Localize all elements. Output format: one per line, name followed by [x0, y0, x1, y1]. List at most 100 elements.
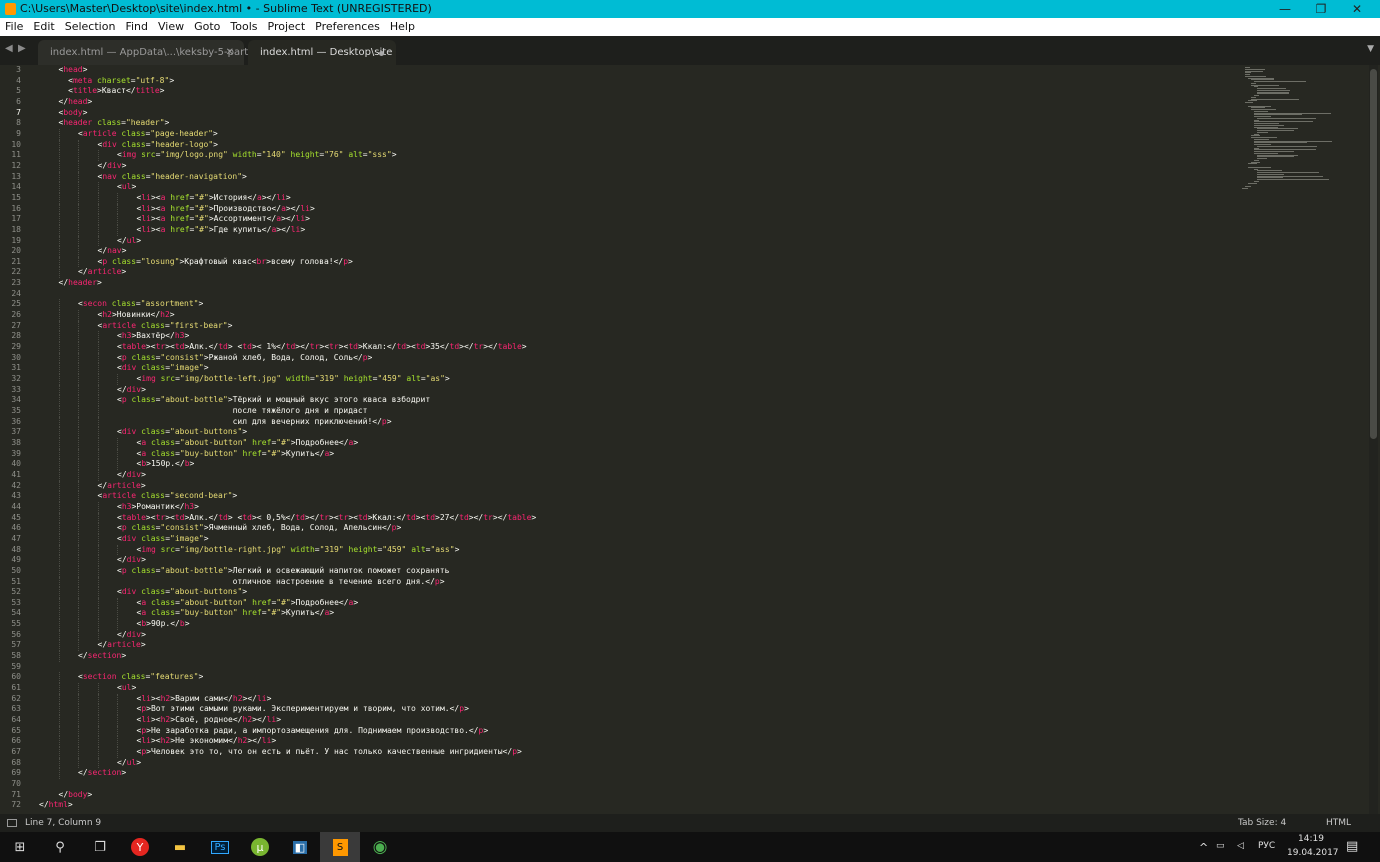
code-line[interactable]: <li><h2>Не экономим</h2></li> — [39, 736, 1229, 747]
code-line[interactable]: <title>Квaст</title> — [39, 86, 1229, 97]
code-line[interactable]: <div class="about-buttons"> — [39, 587, 1229, 598]
code-line[interactable]: <ul> — [39, 683, 1229, 694]
code-line[interactable]: <article class="page-header"> — [39, 128, 1229, 140]
code-line[interactable]: <p class="about-bottle">Легкий и освежаю… — [39, 565, 1229, 577]
app-icon[interactable]: ◧ — [280, 832, 320, 862]
tab-index-desktop[interactable]: index.html — Desktop\site — [248, 40, 396, 65]
code-line[interactable]: <li><a href="#">История</a></li> — [39, 192, 1229, 204]
code-line[interactable]: <b>150р.</b> — [39, 459, 1229, 470]
menu-item-project[interactable]: Project — [263, 18, 311, 36]
code-line[interactable]: </section> — [39, 651, 1229, 662]
code-line[interactable]: </body> — [39, 790, 1229, 801]
code-line[interactable]: <div class="image"> — [39, 363, 1229, 375]
code-line[interactable]: <head> — [39, 65, 1229, 76]
tray-expand-icon[interactable]: ^ — [1199, 841, 1208, 854]
code-line[interactable]: <a class="about-button" href="#">Подробн… — [39, 437, 1229, 449]
code-line[interactable]: <li><a href="#">Ассортимент</a></li> — [39, 214, 1229, 225]
code-line[interactable] — [39, 289, 1229, 300]
code-line[interactable] — [39, 662, 1229, 673]
code-line[interactable]: сил для вечерних приключений!</p> — [39, 416, 1229, 428]
code-line[interactable]: <meta charset="utf-8"> — [39, 76, 1229, 87]
code-line[interactable]: <li><a href="#">Производство</a></li> — [39, 203, 1229, 215]
code-line[interactable]: <p class="losung">Крафтовый квас<br>всем… — [39, 256, 1229, 268]
close-tab-icon[interactable]: ✕ — [226, 40, 234, 65]
code-line[interactable]: <h3>Вахтёр</h3> — [39, 331, 1229, 343]
code-line[interactable]: </ul> — [39, 235, 1229, 247]
scrollbar-thumb[interactable] — [1370, 69, 1377, 439]
code-line[interactable]: </section> — [39, 768, 1229, 779]
code-line[interactable]: <body> — [39, 108, 1229, 119]
code-line[interactable]: <p class="consist">Ржаной хлеб, Вода, Со… — [39, 352, 1229, 364]
tab-size[interactable]: Tab Size: 4 — [1238, 814, 1286, 832]
code-line[interactable]: <ul> — [39, 182, 1229, 193]
code-line[interactable]: <li><h2>Своё, родное</h2></li> — [39, 715, 1229, 726]
code-view[interactable]: <head> <meta charset="utf-8"> <title>Квa… — [39, 65, 1229, 814]
menu-item-file[interactable]: File — [0, 18, 28, 36]
code-line[interactable]: </article> — [39, 640, 1229, 652]
code-line[interactable]: <li><a href="#">Где купить</a></li> — [39, 224, 1229, 236]
clock-date[interactable]: 19.04.2017 — [1287, 848, 1339, 858]
code-line[interactable]: <img src="img/bottle-right.jpg" width="3… — [39, 544, 1229, 556]
code-line[interactable]: <p>Человек это то, что он есть и пьёт. У… — [39, 747, 1229, 758]
code-line[interactable]: <a class="buy-button" href="#">Купить</a… — [39, 608, 1229, 620]
code-line[interactable]: <p class="about-bottle">Тёркий и мощный … — [39, 395, 1229, 406]
menu-item-view[interactable]: View — [153, 18, 189, 36]
minimap[interactable] — [1240, 65, 1333, 195]
code-line[interactable]: </div> — [39, 629, 1229, 641]
menu-item-goto[interactable]: Goto — [189, 18, 225, 36]
code-line[interactable]: </nav> — [39, 246, 1229, 257]
code-line[interactable]: <div class="about-buttons"> — [39, 427, 1229, 438]
code-line[interactable]: </article> — [39, 480, 1229, 492]
file-explorer-icon[interactable]: ▬ — [160, 832, 200, 862]
code-line[interactable]: <section class="features"> — [39, 672, 1229, 684]
code-line[interactable]: </header> — [39, 278, 1229, 289]
menu-item-find[interactable]: Find — [120, 18, 153, 36]
code-line[interactable]: <a class="buy-button" href="#">Купить</a… — [39, 448, 1229, 460]
clock-time[interactable]: 14:19 — [1298, 834, 1324, 844]
yandex-browser-icon[interactable]: Y — [120, 832, 160, 862]
sublime-text-icon[interactable]: S — [320, 832, 360, 862]
language-indicator[interactable]: РУС — [1258, 841, 1275, 851]
network-icon[interactable]: ▭ — [1216, 841, 1225, 851]
code-line[interactable]: <a class="about-button" href="#">Подробн… — [39, 597, 1229, 609]
code-line[interactable]: <article class="first-bear"> — [39, 320, 1229, 332]
menu-item-selection[interactable]: Selection — [60, 18, 121, 36]
syntax-mode[interactable]: HTML — [1326, 814, 1351, 832]
code-line[interactable]: </article> — [39, 267, 1229, 279]
code-line[interactable]: <h3>Романтик</h3> — [39, 501, 1229, 513]
vertical-scrollbar[interactable] — [1369, 65, 1378, 814]
code-line[interactable]: <table><tr><td>Алк.</td> <td>< 1%</td></… — [39, 342, 1229, 353]
code-line[interactable]: <header class="header"> — [39, 118, 1229, 129]
code-line[interactable]: <img src="img/bottle-left.jpg" width="31… — [39, 374, 1229, 385]
code-line[interactable]: отличное настроение в течение всего дня.… — [39, 576, 1229, 588]
panel-toggle-icon[interactable] — [7, 819, 17, 827]
code-line[interactable]: <li><h2>Варим сами</h2></li> — [39, 693, 1229, 705]
volume-icon[interactable]: ◁ — [1237, 841, 1244, 851]
code-line[interactable]: </head> — [39, 97, 1229, 108]
code-line[interactable]: <nav class="header-navigation"> — [39, 171, 1229, 183]
tab-list-dropdown-icon[interactable]: ▼ — [1367, 44, 1374, 54]
close-button[interactable]: ✕ — [1334, 0, 1380, 18]
task-view-icon[interactable]: ❐ — [80, 832, 120, 862]
chrome-icon[interactable]: ◉ — [360, 832, 400, 862]
code-line[interactable]: <b>90р.</b> — [39, 619, 1229, 630]
code-line[interactable]: </ul> — [39, 757, 1229, 769]
code-line[interactable]: <p>Не заработка ради, а импортозамещения… — [39, 725, 1229, 737]
code-line[interactable]: <h2>Новинки</h2> — [39, 310, 1229, 321]
start-icon[interactable]: ⊞ — [0, 832, 40, 862]
modified-dot-icon[interactable] — [379, 51, 384, 56]
notifications-icon[interactable]: ▤ — [1346, 839, 1358, 854]
tab-index-appdata[interactable]: index.html — AppData\...\keksby-5-part ✕ — [38, 40, 248, 65]
code-line[interactable]: <article class="second-bear"> — [39, 491, 1229, 502]
code-line[interactable]: <secon class="assortment"> — [39, 299, 1229, 311]
code-line[interactable] — [39, 779, 1229, 790]
code-line[interactable]: <p>Вот этими самыми руками. Эксперименти… — [39, 704, 1229, 716]
menu-item-tools[interactable]: Tools — [225, 18, 262, 36]
utorrent-icon[interactable]: µ — [240, 832, 280, 862]
code-line[interactable]: <table><tr><td>Алк.</td> <td>< 0,5%</td>… — [39, 512, 1229, 524]
code-line[interactable]: </html> — [39, 800, 1229, 811]
code-line[interactable]: <div class="header-logo"> — [39, 139, 1229, 151]
menu-item-edit[interactable]: Edit — [28, 18, 59, 36]
menu-item-preferences[interactable]: Preferences — [310, 18, 385, 36]
code-line[interactable]: после тяжёлого дня и придаст — [39, 406, 1229, 417]
